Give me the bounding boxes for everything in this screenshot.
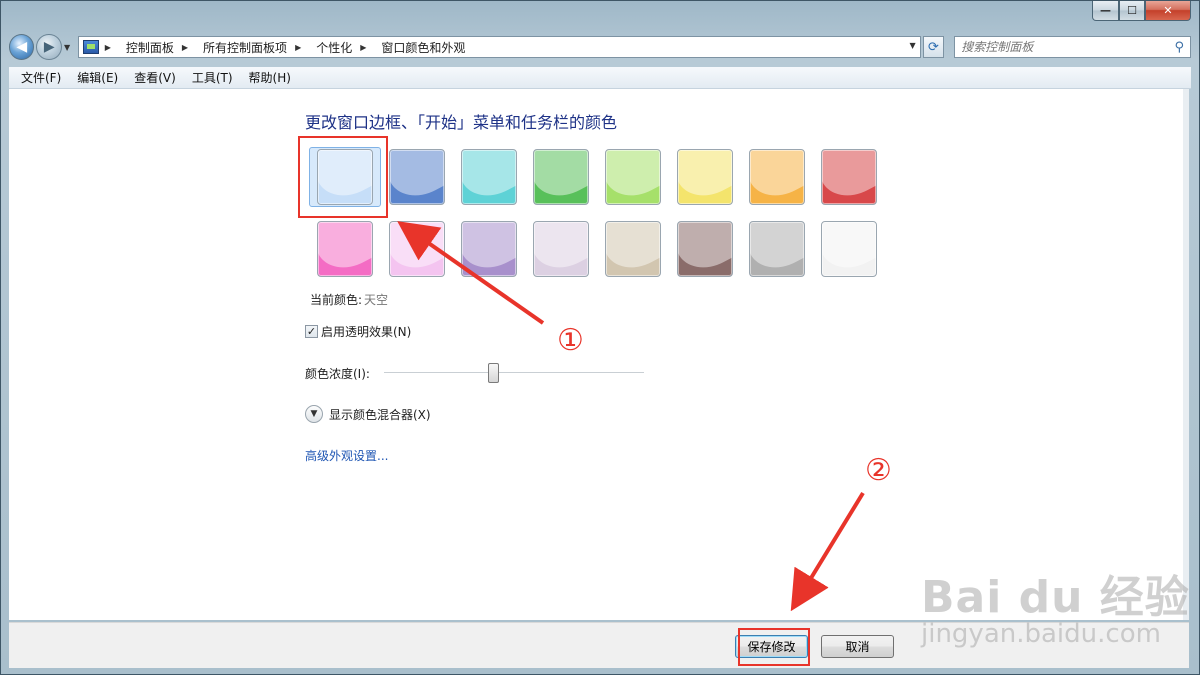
color-swatch[interactable] [453, 147, 525, 207]
transparency-option[interactable]: ✓ 启用透明效果(N) [305, 323, 411, 340]
swatch-color[interactable] [821, 149, 877, 205]
arrow-right-icon: ▶ [43, 39, 55, 55]
menu-edit[interactable]: 编辑(E) [69, 69, 126, 86]
control-panel-icon [82, 40, 99, 54]
swatch-color[interactable] [677, 149, 733, 205]
watermark-logo-text: Bai du 经验 [921, 572, 1190, 623]
breadcrumb-item[interactable]: 所有控制面板项 ▶ [203, 39, 308, 56]
arrow-left-icon: ◀ [16, 39, 28, 55]
color-swatch[interactable] [453, 219, 525, 279]
swatch-color[interactable] [533, 149, 589, 205]
address-bar[interactable]: ▶ 控制面板 ▶ 所有控制面板项 ▶ 个性化 ▶ 窗口颜色和外观 ▼ [77, 36, 921, 58]
chevron-right-icon: ▶ [295, 42, 302, 52]
annotation-swatch-highlight [298, 136, 388, 218]
swatch-row [309, 219, 909, 279]
address-dropdown[interactable]: ▼ [910, 41, 916, 50]
swatch-color[interactable] [461, 149, 517, 205]
breadcrumb-item[interactable]: 控制面板 ▶ [126, 39, 195, 56]
search-box[interactable]: ⚲ [954, 36, 1192, 58]
swatch-row [298, 136, 909, 218]
forward-button[interactable]: ▶ [36, 34, 62, 60]
app-window: — ☐ ✕ ◀ ▶ ▼ ▶ 控制面板 ▶ 所有控制面板项 ▶ 个性化 ▶ 窗口颜色和外… [0, 0, 1200, 675]
color-swatch[interactable] [741, 219, 813, 279]
color-swatch[interactable] [669, 147, 741, 207]
swatch-color[interactable] [677, 221, 733, 277]
color-swatch[interactable] [597, 147, 669, 207]
page-title: 更改窗口边框、「开始」菜单和任务栏的颜色 [305, 113, 618, 132]
back-button[interactable]: ◀ [9, 34, 35, 60]
search-input[interactable] [961, 40, 1162, 54]
advanced-appearance-link[interactable]: 高级外观设置... [305, 447, 388, 464]
menu-view[interactable]: 查看(V) [126, 69, 184, 86]
maximize-button[interactable]: ☐ [1119, 1, 1145, 21]
swatch-color[interactable] [389, 149, 445, 205]
color-swatch[interactable] [813, 219, 885, 279]
close-button[interactable]: ✕ [1145, 1, 1191, 21]
color-swatch[interactable] [381, 219, 453, 279]
minimize-button[interactable]: — [1092, 1, 1119, 21]
swatch-color[interactable] [821, 221, 877, 277]
color-swatch[interactable] [381, 147, 453, 207]
color-swatch[interactable] [597, 219, 669, 279]
intensity-row: 颜色浓度(I): [305, 363, 644, 383]
caption-buttons: — ☐ ✕ [1092, 1, 1191, 21]
swatch-color[interactable] [317, 221, 373, 277]
swatch-color[interactable] [749, 221, 805, 277]
slider-track[interactable] [383, 372, 644, 374]
slider-thumb[interactable] [488, 363, 500, 383]
menu-bar: 文件(F) 编辑(E) 查看(V) 工具(T) 帮助(H) [9, 67, 1191, 89]
navigation-row: ◀ ▶ ▼ ▶ 控制面板 ▶ 所有控制面板项 ▶ 个性化 ▶ 窗口颜色和外观 ▼ ⟳ … [9, 33, 1192, 61]
menu-file[interactable]: 文件(F) [13, 69, 69, 86]
intensity-slider[interactable] [383, 363, 644, 383]
color-swatch[interactable] [669, 219, 741, 279]
annotation-save-highlight [738, 628, 810, 666]
current-color-text: 当前颜色: 天空 [310, 291, 388, 308]
menu-tools[interactable]: 工具(T) [184, 69, 241, 86]
color-mixer-label[interactable]: 显示颜色混合器(X) [329, 406, 431, 423]
menu-help[interactable]: 帮助(H) [241, 69, 299, 86]
color-swatch[interactable] [741, 147, 813, 207]
intensity-label: 颜色浓度(I): [305, 366, 370, 381]
swatch-color[interactable] [533, 221, 589, 277]
transparency-checkbox[interactable]: ✓ [305, 325, 318, 338]
breadcrumb-item[interactable]: 个性化 ▶ [316, 39, 373, 56]
color-swatch[interactable] [525, 147, 597, 207]
transparency-label[interactable]: 启用透明效果(N) [321, 323, 411, 340]
current-color-label: 当前颜色: [310, 293, 363, 307]
current-color-value: 天空 [364, 293, 389, 307]
chevron-down-icon[interactable]: ▼ [305, 405, 323, 423]
annotation-step-1: ① [557, 323, 584, 358]
cancel-button[interactable]: 取消 [821, 635, 894, 658]
content-pane: 更改窗口边框、「开始」菜单和任务栏的颜色 当前颜色: 天空 ✓ 启用透明效果(N)… [9, 89, 1189, 620]
color-mixer-expander[interactable]: ▼ 显示颜色混合器(X) [305, 405, 431, 423]
baidu-watermark: Bai du 经验 jingyan.baidu.com [921, 561, 1190, 649]
swatch-color[interactable] [605, 221, 661, 277]
watermark-url: jingyan.baidu.com [921, 619, 1161, 649]
recent-pages-dropdown[interactable]: ▼ [64, 43, 74, 52]
swatch-color[interactable] [461, 221, 517, 277]
vertical-scrollbar[interactable] [1183, 89, 1189, 620]
swatch-color[interactable] [605, 149, 661, 205]
color-swatch[interactable] [525, 219, 597, 279]
refresh-icon: ⟳ [927, 39, 939, 55]
color-swatch-grid [298, 136, 909, 291]
color-swatch[interactable] [813, 147, 885, 207]
chevron-right-icon: ▶ [104, 42, 111, 52]
annotation-step-2: ② [865, 453, 892, 488]
search-icon[interactable]: ⚲ [1174, 40, 1184, 55]
refresh-button[interactable]: ⟳ [922, 36, 945, 58]
chevron-right-icon: ▶ [360, 42, 367, 52]
chevron-right-icon: ▶ [181, 42, 189, 52]
color-swatch[interactable] [298, 136, 388, 218]
color-swatch[interactable] [309, 219, 381, 279]
swatch-color[interactable] [389, 221, 445, 277]
breadcrumb-item[interactable]: 窗口颜色和外观 [381, 39, 465, 56]
swatch-color[interactable] [749, 149, 805, 205]
breadcrumb-root-chevron[interactable]: ▶ [105, 43, 118, 52]
